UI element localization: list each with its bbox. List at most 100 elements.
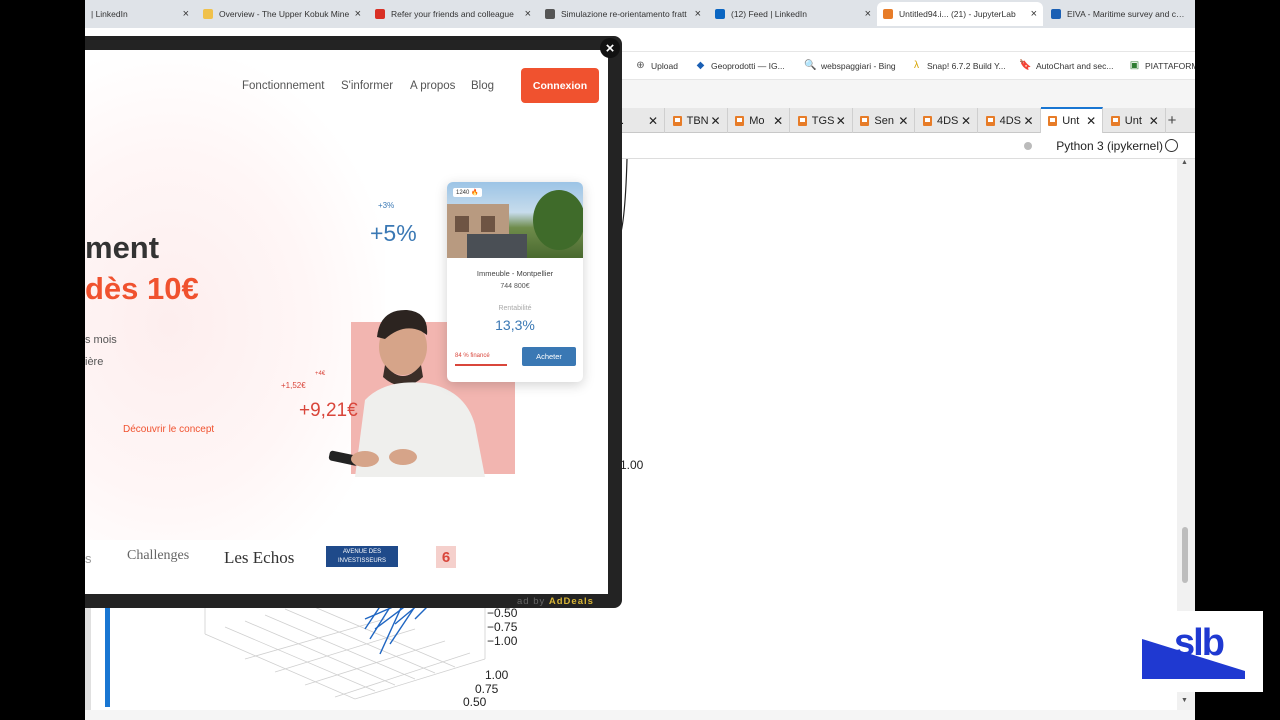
browser-tab[interactable]: (12) Feed | LinkedIn ×: [709, 2, 877, 26]
slb-watermark: slb: [1126, 611, 1263, 692]
bookmark-label: PIATTAFORM: [1145, 60, 1195, 71]
property-image: 1240 🔥: [447, 182, 583, 258]
browser-tab[interactable]: Simulazione re-orientamento fratt ×: [539, 2, 707, 26]
tab-close-icon[interactable]: ×: [695, 8, 701, 20]
discover-concept-link[interactable]: Découvrir le concept: [123, 424, 214, 435]
buy-button[interactable]: Acheter: [522, 347, 576, 366]
notebook-tab[interactable]: Mo ✕: [728, 108, 791, 133]
bookmark-item[interactable]: ⊕ Upload: [635, 60, 678, 71]
tab-close-icon[interactable]: ×: [525, 8, 531, 20]
y-tick-label: 0.50: [463, 695, 487, 709]
plot-axis-tick-label: 1.00: [620, 458, 644, 472]
browser-tab[interactable]: EIVA - Maritime survey and const: [1045, 2, 1195, 26]
close-icon[interactable]: ✕: [773, 114, 783, 128]
notebook-icon: [672, 115, 682, 126]
globe-icon: ⊕: [636, 60, 645, 71]
property-card[interactable]: 1240 🔥 Immeuble - Montpellier 744 800€ R…: [447, 182, 583, 382]
nav-apropos[interactable]: A propos: [410, 80, 455, 92]
tab-close-icon[interactable]: ×: [183, 8, 189, 20]
stat-small-2: +1,52€: [281, 381, 306, 390]
notebook-tab[interactable]: Unt ✕: [1104, 108, 1166, 133]
3d-quiver-plot: −0.25 −0.50 −0.75 −1.00 1.00 0.75 0.50 0…: [204, 599, 518, 710]
bookmark-label: AutoChart and sec...: [1036, 60, 1114, 71]
nav-blog[interactable]: Blog: [471, 80, 494, 92]
browser-tab[interactable]: Refer your friends and colleague ×: [369, 2, 537, 26]
tab-favicon-icon: [545, 9, 555, 19]
plot-grid: [204, 599, 486, 700]
geo-icon: ◆: [696, 60, 705, 71]
notebook-tab-label: TGS: [811, 114, 835, 127]
tab-favicon-icon: [375, 9, 385, 19]
z-tick-label: −1.00: [487, 634, 518, 648]
notebook-tab[interactable]: TGS ✕: [791, 108, 853, 133]
nav-sinformer[interactable]: S'informer: [341, 80, 393, 92]
hero-subtext-line2: ière: [85, 356, 104, 368]
bookmark-item[interactable]: ◆ Geoprodotti — IG...: [695, 60, 785, 71]
stat-big-2: +9,21€: [299, 400, 358, 421]
bookmark-label: Geoprodotti — IG...: [711, 60, 785, 71]
connexion-button[interactable]: Connexion: [521, 68, 599, 103]
notebook-tab[interactable]: Sen ✕: [853, 108, 916, 133]
y-tick-label: 1.00: [485, 668, 509, 682]
screen: | LinkedIn × Overview - The Upper Kobuk Mi…: [0, 0, 1280, 720]
tab-favicon-icon: [883, 9, 893, 19]
kernel-name[interactable]: Python 3 (ipykernel): [1056, 139, 1163, 153]
notebook-tab[interactable]: TBN ✕: [666, 108, 728, 133]
bookmark-item[interactable]: 🔍 webspaggiari - Bing: [804, 60, 896, 71]
scroll-down-icon[interactable]: ▼: [1181, 697, 1188, 704]
hero-headline-line1: ment: [85, 230, 160, 265]
close-icon[interactable]: ✕: [648, 114, 658, 128]
browser-tab[interactable]: Overview - The Upper Kobuk Mine ×: [197, 2, 367, 26]
close-icon[interactable]: ✕: [711, 114, 721, 128]
platform-icon: ▣: [1129, 60, 1140, 71]
notebook-tab[interactable]: 4DS ✕: [979, 108, 1041, 133]
browser-tab[interactable]: Untitled94.i... (21) - JupyterLab ×: [877, 2, 1043, 26]
close-icon[interactable]: ✕: [1086, 114, 1096, 128]
tab-favicon-icon: [203, 9, 213, 19]
browser-tab-label: EIVA - Maritime survey and const: [1067, 9, 1189, 19]
search-icon: 🔍: [804, 60, 817, 71]
tab-close-icon[interactable]: ×: [865, 8, 871, 20]
y-tick-label: 0.25: [451, 709, 475, 710]
press-logo-m6: 6: [436, 546, 456, 568]
bookmark-item[interactable]: 🔖 AutoChart and sec...: [1019, 60, 1114, 71]
ad-close-button[interactable]: ×: [600, 38, 620, 58]
browser-tab[interactable]: | LinkedIn ×: [85, 2, 195, 26]
scroll-up-icon[interactable]: ▲: [1181, 159, 1188, 166]
kernel-status-icon: [1024, 142, 1032, 150]
notebook-icon: [1110, 115, 1120, 126]
z-tick-label: −0.75: [487, 620, 518, 634]
active-cell-marker[interactable]: [105, 607, 110, 707]
new-tab-button[interactable]: +: [1161, 108, 1183, 133]
bookmark-label: Snap! 6.7.2 Build Y...: [927, 60, 1006, 71]
kernel-idle-icon: [1165, 139, 1178, 152]
close-icon[interactable]: ✕: [898, 114, 908, 128]
close-icon[interactable]: ✕: [1024, 114, 1034, 128]
tab-favicon-icon: [715, 9, 725, 19]
property-title: Immeuble - Montpellier: [476, 269, 554, 278]
browser-tab-label: Refer your friends and colleague: [391, 9, 514, 19]
bookmark-label: webspaggiari - Bing: [821, 60, 896, 71]
browser-tab-label: (12) Feed | LinkedIn: [731, 9, 807, 19]
press-logo-partial: s: [85, 551, 92, 566]
ad-content[interactable]: Fonctionnement S'informer A propos Blog …: [85, 50, 608, 594]
notebook-tab[interactable]: Unt ✕: [1041, 107, 1104, 133]
close-icon[interactable]: ✕: [961, 114, 971, 128]
notebook-tab[interactable]: 4DS ✕: [916, 108, 978, 133]
ad-overlay: Fonctionnement S'informer A propos Blog …: [85, 36, 622, 608]
bookmark-item[interactable]: λ Snap! 6.7.2 Build Y...: [911, 60, 1006, 71]
close-icon[interactable]: ✕: [1149, 114, 1159, 128]
nav-fonctionnement[interactable]: Fonctionnement: [242, 80, 324, 92]
stat-small-3: +4€: [315, 371, 326, 377]
stat-big-1: +5%: [370, 220, 417, 246]
close-icon[interactable]: ✕: [836, 114, 846, 128]
yield-label: Rentabilité: [498, 305, 532, 312]
bookmark-item[interactable]: ▣ PIATTAFORM: [1129, 60, 1195, 71]
hero-subtext-line1: s mois: [85, 334, 117, 346]
ad-provider-prefix: ad by: [517, 596, 549, 607]
views-badge: 1240 🔥: [453, 188, 482, 197]
tab-close-icon[interactable]: ×: [1031, 8, 1037, 20]
tab-close-icon[interactable]: ×: [355, 8, 361, 20]
scrollbar-thumb[interactable]: [1182, 527, 1188, 583]
y-tick-label: 0.75: [475, 682, 499, 696]
